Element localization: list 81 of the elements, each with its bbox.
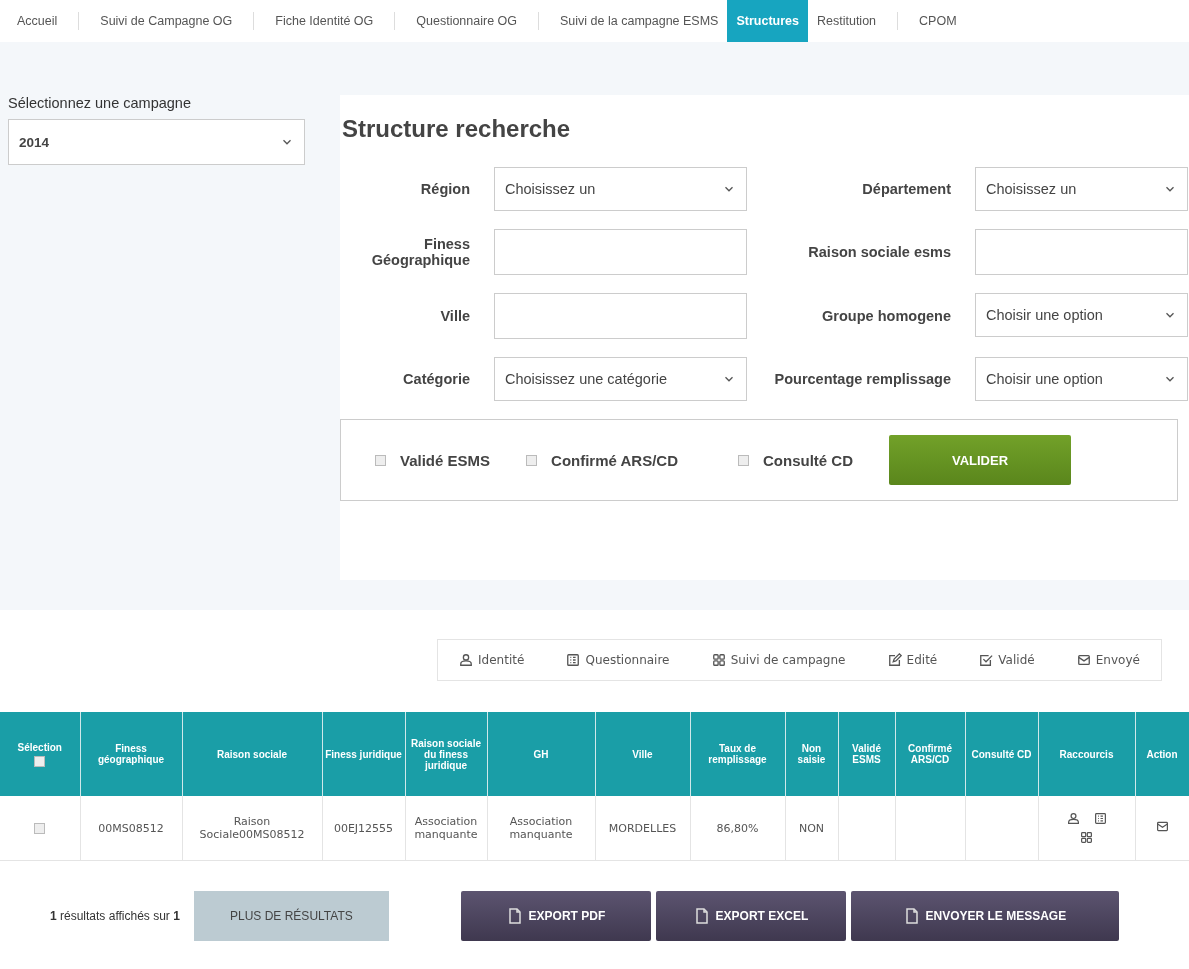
legend-label: Identité	[478, 653, 525, 667]
table-cell: Raison Sociale00MS08512	[182, 796, 322, 861]
nav-tab[interactable]: CPOM	[910, 0, 966, 42]
footer-button[interactable]: EXPORT PDF	[460, 891, 651, 941]
checkbox-label: Confirmé ARS/CD	[551, 451, 678, 469]
grid-icon[interactable]	[1080, 831, 1093, 844]
checkbox[interactable]	[375, 454, 386, 466]
checkbox-tick-icon	[979, 653, 994, 667]
document-icon	[903, 908, 920, 924]
checkbox[interactable]	[526, 454, 538, 466]
person-icon	[459, 653, 474, 667]
column-header: Taux de remplissage	[690, 712, 785, 796]
list-icon[interactable]	[1093, 812, 1107, 825]
input-field[interactable]	[494, 229, 747, 275]
table-cell: Association manquante	[487, 796, 595, 861]
column-header: Action	[1135, 712, 1189, 796]
select-field[interactable]: Choisir une option	[975, 357, 1188, 401]
legend-label: Suivi de campagne	[730, 653, 846, 667]
column-header: Non saisie	[785, 712, 838, 796]
field-label: Catégorie	[402, 371, 470, 387]
column-header: Raccourcis	[1038, 712, 1135, 796]
select-field[interactable]: Choisissez un	[494, 167, 747, 211]
checkbox[interactable]	[34, 755, 46, 767]
table-cell: 00MS08512	[80, 796, 182, 861]
table-cell: MORDELLES	[595, 796, 690, 861]
checkbox-label: Consulté CD	[763, 451, 853, 469]
select-field[interactable]: Choisissez un	[975, 167, 1188, 211]
field-label: Raison sociale esms	[807, 244, 951, 260]
nav-tab[interactable]: Accueil	[8, 0, 67, 42]
column-header: Finess géographique	[80, 712, 182, 796]
table-cell: NON	[785, 796, 838, 861]
column-header: Finess juridique	[322, 712, 405, 796]
header-label: Sélection	[17, 741, 62, 753]
column-header: Validé ESMS	[838, 712, 895, 796]
legend-label: Questionnaire	[585, 653, 670, 667]
checkbox-label: Validé ESMS	[400, 451, 491, 469]
column-header: Ville	[595, 712, 690, 796]
result-count: 1 résultats affichés sur 1	[50, 909, 180, 923]
legend-label: Edité	[906, 653, 938, 667]
table-cell: Association manquante	[405, 796, 487, 861]
footer-button[interactable]: PLUS DE RÉSULTATS	[193, 891, 389, 941]
checkbox[interactable]	[34, 823, 46, 834]
edit-icon	[887, 653, 902, 667]
column-header: GH	[487, 712, 595, 796]
document-icon	[506, 908, 523, 924]
envelope-icon[interactable]	[1155, 820, 1169, 833]
nav-tab[interactable]: Suivi de Campagne OG	[91, 0, 242, 42]
select-field[interactable]: Choisir une option	[975, 293, 1188, 337]
legend-label: Validé	[998, 653, 1035, 667]
footer-button[interactable]: ENVOYER LE MESSAGE	[850, 891, 1119, 941]
field-label: Département	[861, 181, 951, 197]
column-header: Consulté CD	[965, 712, 1038, 796]
nav-tab[interactable]: Fiche Identité OG	[266, 0, 383, 42]
field-label: Pourcentage remplissage	[773, 371, 951, 387]
document-icon	[693, 908, 710, 924]
column-header: Raison sociale du finess juridique	[405, 712, 487, 796]
column-header: Confirmé ARS/CD	[895, 712, 965, 796]
list-icon	[566, 653, 581, 667]
footer-button[interactable]: EXPORT EXCEL	[655, 891, 846, 941]
field-label: Finess Géographique	[370, 236, 470, 268]
checkbox[interactable]	[738, 454, 749, 466]
field-label: Ville	[439, 308, 470, 324]
submit-button[interactable]: VALIDER	[889, 435, 1071, 485]
person-icon[interactable]	[1066, 812, 1080, 825]
select-field[interactable]: Choisissez une catégorie	[494, 357, 747, 401]
nav-tab[interactable]: Restitution	[808, 0, 886, 42]
campaign-select[interactable]: 2014	[8, 119, 305, 165]
panel-title: Structure recherche	[341, 115, 572, 143]
field-label: Région	[419, 181, 470, 197]
table-cell: 00EJ12555	[322, 796, 405, 861]
input-field[interactable]	[494, 293, 747, 339]
column-header: Raison sociale	[182, 712, 322, 796]
legend-label: Envoyé	[1095, 653, 1140, 667]
nav-tab[interactable]: Questionnaire OG	[407, 0, 527, 42]
campaign-label: Sélectionnez une campagne	[8, 95, 192, 111]
nav-tab[interactable]: Suivi de la campagne ESMS	[551, 0, 728, 42]
field-label: Groupe homogene	[821, 308, 951, 324]
table-cell: 86,80%	[690, 796, 785, 861]
grid-icon	[711, 653, 726, 667]
envelope-icon	[1076, 653, 1091, 667]
input-field[interactable]	[975, 229, 1188, 275]
